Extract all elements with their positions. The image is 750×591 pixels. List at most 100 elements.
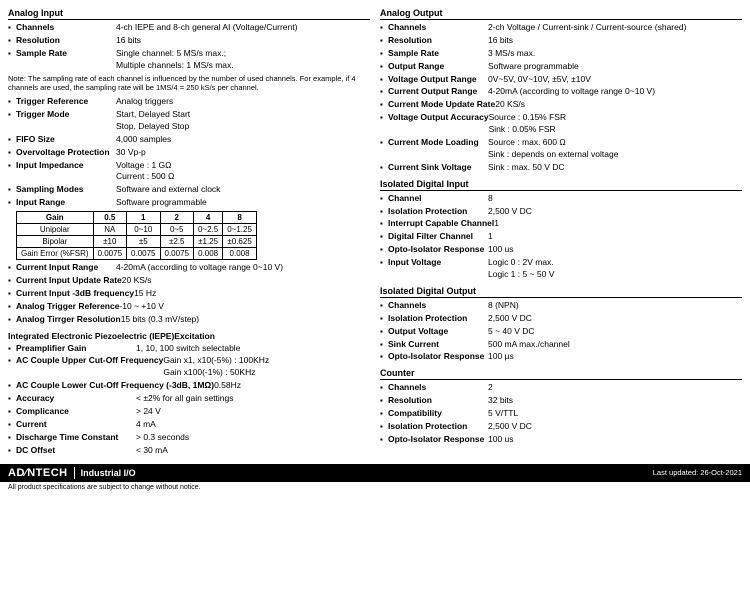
bullet: ▪ bbox=[380, 162, 388, 174]
input-impedance-row: ▪ Input Impedance Voltage : 1 GΩ Current… bbox=[8, 160, 370, 184]
bullet: ▪ bbox=[380, 74, 388, 86]
complicance-row: ▪ Complicance > 24 V bbox=[8, 406, 370, 418]
bullet: ▪ bbox=[8, 22, 16, 34]
isolated-digital-input-title: Isolated Digital Input bbox=[380, 179, 742, 191]
ac-couple-upper-value: Gain x1, x10(-5%) : 100KHz Gain x100(-1%… bbox=[163, 355, 370, 379]
ac-couple-lower-row: ▪ AC Couple Lower Cut-Off Frequency (-3d… bbox=[8, 380, 370, 392]
ido-sink-current-row: ▪ Sink Current 500 mA max./channel bbox=[380, 339, 742, 351]
ac-couple-upper-label: AC Couple Upper Cut-Off Frequency bbox=[16, 355, 163, 379]
r-voltage-accuracy-value: Source : 0.15% FSR Sink : 0.05% FSR bbox=[489, 112, 742, 136]
idi-interrupt-label: Interrupt Capable Channel bbox=[388, 218, 494, 230]
r-current-mode-update-label: Current Mode Update Rate bbox=[388, 99, 495, 111]
idi-opto-label: Opto-Isolator Response bbox=[388, 244, 488, 256]
idi-isolation-row: ▪ Isolation Protection 2,500 V DC bbox=[380, 206, 742, 218]
trigger-mode-label: Trigger Mode bbox=[16, 109, 116, 133]
bipolar-0-5: ±10 bbox=[93, 236, 126, 248]
sampling-modes-label: Sampling Modes bbox=[16, 184, 116, 196]
ido-channels-label: Channels bbox=[388, 300, 488, 312]
overvoltage-value: 30 Vp-p bbox=[116, 147, 370, 159]
bullet: ▪ bbox=[380, 35, 388, 47]
left-column: Analog Input ▪ Channels 4-ch IEPE and 8-… bbox=[8, 8, 370, 458]
r-channels-label: Channels bbox=[388, 22, 488, 34]
gain-1-header: 1 bbox=[127, 212, 160, 224]
ac-couple-lower-value: 0.58Hz bbox=[214, 380, 370, 392]
current-input-range-value: 4-20mA (according to voltage range 0~10 … bbox=[116, 262, 370, 274]
trigger-mode-row: ▪ Trigger Mode Start, Delayed Start Stop… bbox=[8, 109, 370, 133]
current-value: 4 mA bbox=[136, 419, 370, 431]
input-range-row: ▪ Input Range Software programmable bbox=[8, 197, 370, 209]
r-voltage-output-row: ▪ Voltage Output Range 0V~5V, 0V~10V, ±5… bbox=[380, 74, 742, 86]
r-voltage-output-label: Voltage Output Range bbox=[388, 74, 488, 86]
bullet: ▪ bbox=[8, 197, 16, 209]
fifo-value: 4,000 samples bbox=[116, 134, 370, 146]
r-sample-rate-value: 3 MS/s max. bbox=[488, 48, 742, 60]
bullet: ▪ bbox=[380, 244, 388, 256]
r-current-output-label: Current Output Range bbox=[388, 86, 488, 98]
gain-error-4: 0.008 bbox=[193, 248, 222, 260]
unipolar-0-5: NA bbox=[93, 224, 126, 236]
r-current-output-value: 4-20mA (according to voltage range 0~10 … bbox=[488, 86, 742, 98]
sample-rate-value: Single channel: 5 MS/s max.; Multiple ch… bbox=[116, 48, 370, 72]
bullet: ▪ bbox=[8, 380, 16, 392]
idi-input-voltage-value: Logic 0 : 2V max. Logic 1 : 5 ~ 50 V bbox=[488, 257, 742, 281]
r-resolution-row: ▪ Resolution 16 bits bbox=[380, 35, 742, 47]
fifo-row: ▪ FIFO Size 4,000 samples bbox=[8, 134, 370, 146]
bullet: ▪ bbox=[380, 257, 388, 281]
discharge-label: Discharge Time Constant bbox=[16, 432, 136, 444]
counter-opto-row: ▪ Opto-Isolator Response 100 us bbox=[380, 434, 742, 446]
idi-interrupt-value: 1 bbox=[494, 218, 742, 230]
overvoltage-row: ▪ Overvoltage Protection 30 Vp-p bbox=[8, 147, 370, 159]
gain-error-2: 0.0075 bbox=[160, 248, 193, 260]
idi-channel-row: ▪ Channel 8 bbox=[380, 193, 742, 205]
counter-compatibility-row: ▪ Compatibility 5 V/TTL bbox=[380, 408, 742, 420]
gain-error-label: Gain Error (%FSR) bbox=[17, 248, 94, 260]
bullet: ▪ bbox=[380, 112, 388, 136]
trigger-reference-label: Trigger Reference bbox=[16, 96, 116, 108]
counter-isolation-value: 2,500 V DC bbox=[488, 421, 742, 433]
bullet: ▪ bbox=[8, 48, 16, 72]
analog-output-title: Analog Output bbox=[380, 8, 742, 20]
counter-title: Counter bbox=[380, 368, 742, 380]
discharge-row: ▪ Discharge Time Constant > 0.3 seconds bbox=[8, 432, 370, 444]
gain-2-header: 2 bbox=[160, 212, 193, 224]
bullet: ▪ bbox=[8, 406, 16, 418]
bullet: ▪ bbox=[380, 99, 388, 111]
accuracy-label: Accuracy bbox=[16, 393, 136, 405]
r-voltage-accuracy-label: Voltage Output Accuracy bbox=[388, 112, 489, 136]
bullet: ▪ bbox=[380, 48, 388, 60]
unipolar-1: 0~10 bbox=[127, 224, 160, 236]
trigger-mode-value: Start, Delayed Start Stop, Delayed Stop bbox=[116, 109, 370, 133]
unipolar-label: Unipolar bbox=[17, 224, 94, 236]
r-current-output-row: ▪ Current Output Range 4-20mA (according… bbox=[380, 86, 742, 98]
current-input-range-row: ▪ Current Input Range 4-20mA (according … bbox=[8, 262, 370, 274]
analog-trigger-label: Analog Trigger Reference bbox=[16, 301, 119, 313]
current-input-3db-row: ▪ Current Input -3dB frequency 15 Hz bbox=[8, 288, 370, 300]
ido-isolation-row: ▪ Isolation Protection 2,500 V DC bbox=[380, 313, 742, 325]
brand-logo: AD∕NTECH bbox=[8, 467, 75, 479]
resolution-value: 16 bits bbox=[116, 35, 370, 47]
r-channels-value: 2-ch Voltage / Current-sink / Current-so… bbox=[488, 22, 742, 34]
input-range-label: Input Range bbox=[16, 197, 116, 209]
preamplifier-value: 1, 10, 100 switch selectable bbox=[136, 343, 370, 355]
bullet: ▪ bbox=[380, 395, 388, 407]
bullet: ▪ bbox=[8, 160, 16, 184]
sample-rate-row: ▪ Sample Rate Single channel: 5 MS/s max… bbox=[8, 48, 370, 72]
r-sample-rate-row: ▪ Sample Rate 3 MS/s max. bbox=[380, 48, 742, 60]
bullet: ▪ bbox=[8, 288, 16, 300]
channels-value: 4-ch IEPE and 8-ch general AI (Voltage/C… bbox=[116, 22, 370, 34]
bullet: ▪ bbox=[8, 262, 16, 274]
analog-trigger-row: ▪ Analog Trigger Reference -10 ~ +10 V bbox=[8, 301, 370, 313]
bullet: ▪ bbox=[8, 147, 16, 159]
input-impedance-value: Voltage : 1 GΩ Current : 500 Ω bbox=[116, 160, 370, 184]
ido-channels-row: ▪ Channels 8 (NPN) bbox=[380, 300, 742, 312]
dc-offset-row: ▪ DC Offset < 30 mA bbox=[8, 445, 370, 457]
bullet: ▪ bbox=[380, 193, 388, 205]
idi-isolation-label: Isolation Protection bbox=[388, 206, 488, 218]
complicance-label: Complicance bbox=[16, 406, 136, 418]
discharge-value: > 0.3 seconds bbox=[136, 432, 370, 444]
ido-opto-row: ▪ Opto-Isolator Response 100 µs bbox=[380, 351, 742, 363]
trigger-reference-value: Analog triggers bbox=[116, 96, 370, 108]
ido-sink-current-value: 500 mA max./channel bbox=[488, 339, 742, 351]
bullet: ▪ bbox=[8, 445, 16, 457]
idi-digital-filter-value: 1 bbox=[488, 231, 742, 243]
